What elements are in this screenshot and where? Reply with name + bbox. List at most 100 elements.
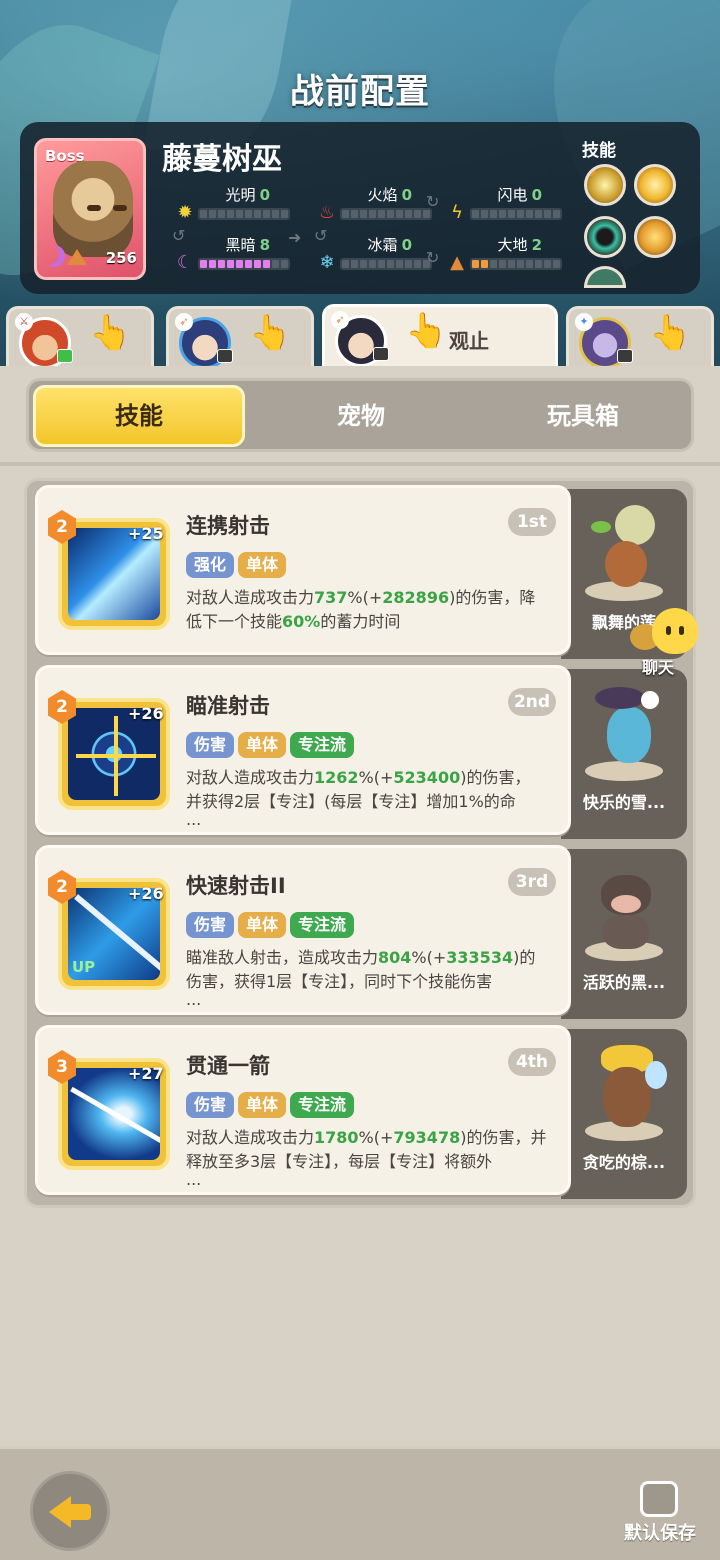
pet-slot[interactable]: 快乐的雪... [561, 669, 687, 839]
boss-skill-icon[interactable] [584, 164, 626, 206]
skill-name: 贯通一箭 [186, 1054, 270, 1078]
boss-skill-icon[interactable] [634, 216, 676, 258]
boss-skill-icon[interactable] [584, 266, 626, 288]
pet-slot[interactable]: 活跃的黑... [561, 849, 687, 1019]
ready-hand-icon: 👆 [405, 311, 448, 351]
boss-skill-icon[interactable] [634, 164, 676, 206]
sun-icon: ✹ [177, 202, 193, 223]
skill-tag: 专注流 [290, 732, 355, 758]
archer-class-icon: ➶ [175, 313, 193, 331]
pet-name: 快乐的雪... [582, 793, 666, 812]
earth-element-icon [67, 249, 87, 265]
skill-tag: 单体 [238, 732, 287, 758]
skill-rank: 3rd [508, 868, 556, 896]
tab-toy-box[interactable]: 玩具箱 [477, 385, 689, 447]
skill-plus-level: +25 [128, 524, 164, 543]
player-tab-4[interactable]: ✦ 👆 [566, 306, 714, 369]
skill-tag: 伤害 [186, 732, 235, 758]
skill-rank: 1st [508, 508, 556, 536]
skill-rank: 2nd [508, 688, 556, 716]
skill-plus-level: +27 [128, 1064, 164, 1083]
skill-plus-level: +26 [128, 884, 164, 903]
chat-button[interactable]: 聊天 [630, 604, 698, 677]
moon-icon: ☾ [176, 252, 194, 273]
player-tab-2[interactable]: ➶ 👆 [166, 306, 314, 369]
chat-status-icon [617, 349, 633, 363]
skill-description: 对敌人造成攻击力737%(+282896)的伤害，降 低下一个技能60%的蓄力时… [186, 588, 536, 631]
chat-status-icon [373, 347, 389, 361]
skill-tags: 伤害 单体 专注流 [186, 912, 355, 938]
dark-element-icon [43, 245, 65, 267]
back-button[interactable] [30, 1471, 110, 1551]
boss-portrait[interactable]: Boss 256 [34, 138, 146, 280]
attack-class-icon: ⚔ [15, 313, 33, 331]
footer-bar: 默认保存 [0, 1446, 720, 1560]
boss-skills-label: 技能 [582, 141, 616, 161]
divider [0, 462, 720, 466]
main-content: 技能 宠物 玩具箱 飘舞的莲 2 +25 连携射击 1st 强化 单体 对敌人造… [0, 366, 720, 1446]
skill-tags: 伤害 单体 专注流 [186, 1092, 355, 1118]
cycle-arrow-icon: ➜ [288, 228, 302, 247]
pet-name: 活跃的黑... [582, 973, 666, 992]
cycle-arrow-icon: ↻ [426, 192, 440, 211]
page-title: 战前配置 [290, 72, 430, 112]
skill-tag: 强化 [186, 552, 235, 578]
player-tab-1[interactable]: ⚔ 👆 [6, 306, 154, 369]
flame-icon: ♨ [318, 202, 336, 223]
skill-tag: 伤害 [186, 1092, 235, 1118]
skill-tags: 强化 单体 [186, 552, 287, 578]
tab-pets[interactable]: 宠物 [255, 385, 467, 447]
cycle-arrow-icon: ↻ [426, 248, 440, 267]
archer-class-icon: ➶ [331, 311, 349, 329]
boss-skill-icon[interactable] [584, 216, 626, 258]
skill-description: 瞄准敌人射击，造成攻击力804%(+333534)的 伤害，获得1层【专注】，同… [186, 948, 536, 1009]
boss-name: 藤蔓树巫 [162, 142, 282, 177]
skill-tag: 单体 [238, 552, 287, 578]
pet-image [591, 861, 661, 953]
skill-description: 对敌人造成攻击力1780%(+793478)的伤害，并 释放至多3层【专注】，每… [186, 1128, 547, 1189]
mountain-icon: ▲ [450, 252, 464, 273]
pet-slot[interactable]: 贪吃的棕... [561, 1029, 687, 1199]
skill-tag: 专注流 [290, 1092, 355, 1118]
pet-image [591, 681, 661, 773]
element-fire: 火焰 0 ♨ [312, 184, 442, 223]
chat-status-icon [57, 349, 73, 363]
element-frost: 冰霜 0 ❄ [312, 234, 442, 273]
element-dark: 黑暗 8 ☾ [170, 234, 300, 273]
tab-skills[interactable]: 技能 [33, 385, 245, 447]
skill-tag: 单体 [238, 912, 287, 938]
boss-info-panel: Boss 256 藤蔓树巫 光明 0 ✹ 火焰 0 ♨ 闪电 0 ϟ 黑暗 8 ☾ 冰霜… [20, 122, 700, 294]
skill-card[interactable]: 2 +25 连携射击 1st 强化 单体 对敌人造成攻击力737%(+28289… [35, 485, 571, 655]
element-earth: 大地 2 ▲ [442, 234, 572, 273]
skill-card[interactable]: UP 2 +26 快速射击II 3rd 伤害 单体 专注流 瞄准敌人射击，造成攻… [35, 845, 571, 1015]
lightning-icon: ϟ [451, 202, 463, 223]
skill-tag: 专注流 [290, 912, 355, 938]
skill-card[interactable]: 3 +27 贯通一箭 4th 伤害 单体 专注流 对敌人造成攻击力1780%(+… [35, 1025, 571, 1195]
skill-rank: 4th [508, 1048, 556, 1076]
boss-face-image [53, 161, 133, 257]
skill-tags: 伤害 单体 专注流 [186, 732, 355, 758]
element-light: 光明 0 ✹ [170, 184, 300, 223]
skill-card[interactable]: 2 +26 瞄准射击 2nd 伤害 单体 专注流 对敌人造成攻击力1262%(+… [35, 665, 571, 835]
ready-hand-icon: 👆 [649, 313, 692, 353]
ready-hand-icon: 👆 [249, 313, 292, 353]
skill-description: 对敌人造成攻击力1262%(+523400)的伤害， 并获得2层【专注】(每层【… [186, 768, 531, 829]
watch-label: 观止 [449, 329, 489, 353]
skill-name: 快速射击II [186, 874, 286, 898]
skill-tag: 单体 [238, 1092, 287, 1118]
mage-class-icon: ✦ [575, 313, 593, 331]
cycle-arrow-icon: ↺ [314, 226, 328, 245]
player-tab-3-self[interactable]: ➶ 👆 观止 [322, 304, 558, 372]
chat-status-icon [217, 349, 233, 363]
skill-tag: 伤害 [186, 912, 235, 938]
cycle-arrow-icon: ↺ [172, 226, 186, 245]
boss-level: 256 [105, 249, 137, 267]
emoji-face-icon [652, 608, 698, 654]
pet-image [591, 1041, 667, 1133]
skill-name: 瞄准射击 [186, 694, 270, 718]
pet-image [591, 501, 661, 593]
chat-label: 聊天 [642, 658, 675, 677]
default-save-label: 默认保存 [624, 1523, 696, 1544]
snowflake-icon: ❄ [319, 252, 335, 273]
default-save-checkbox[interactable] [640, 1481, 678, 1517]
